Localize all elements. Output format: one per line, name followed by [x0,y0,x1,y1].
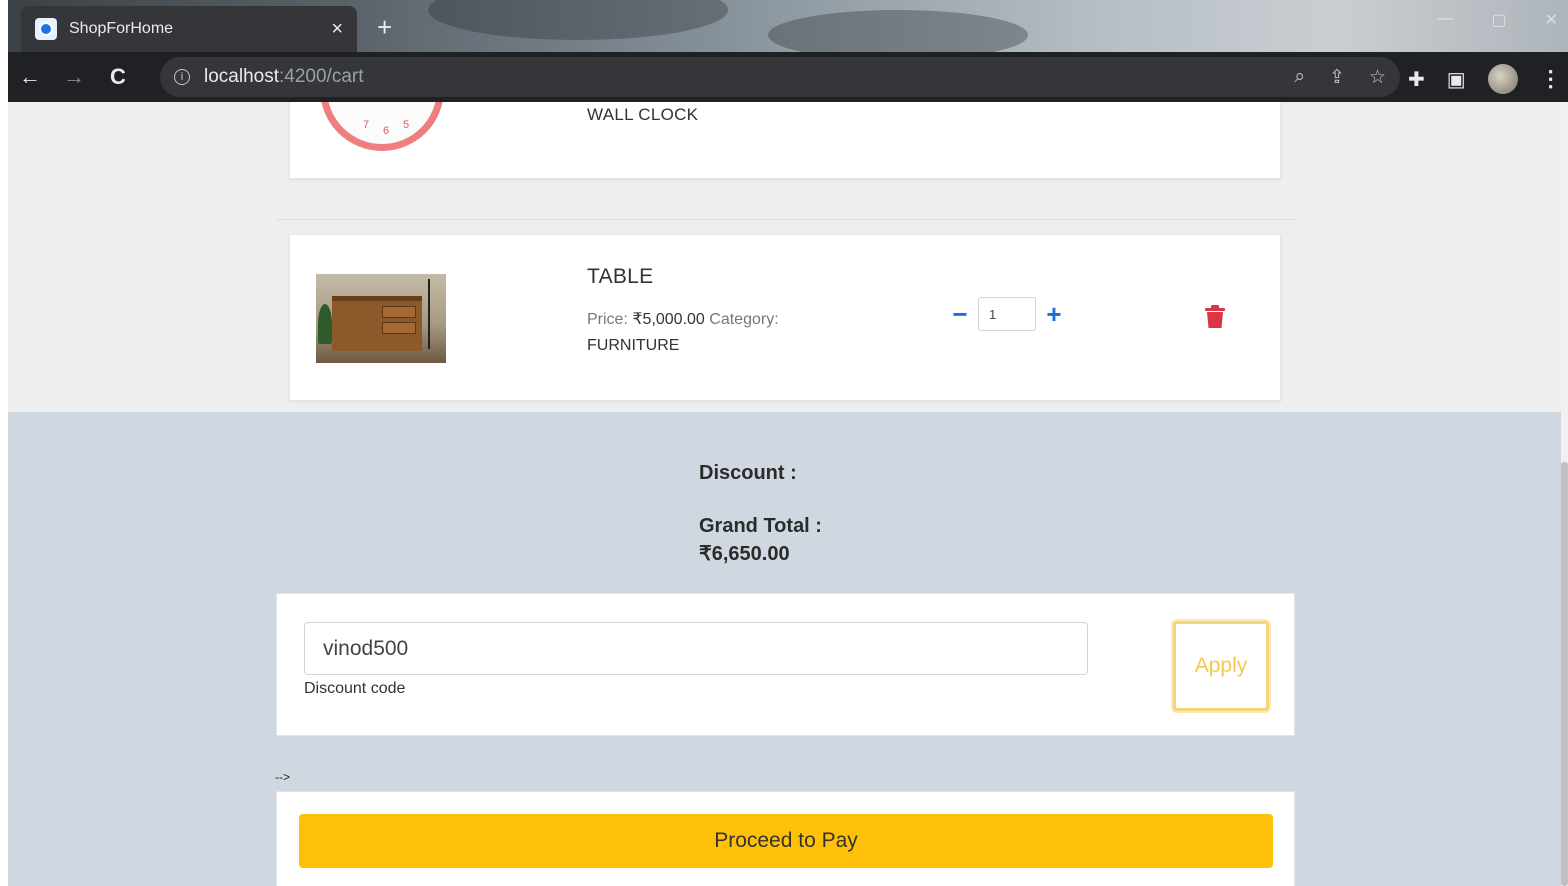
browser-toolbar: ← → C i localhost:4200/cart ⌕ ⇪ ☆ ✚ ▣ ⋮ [8,52,1568,102]
window-controls: — ▢ ✕ [1437,10,1558,30]
discount-card: Discount code Apply [276,593,1295,736]
wall-clock-image: 7 6 5 [320,102,444,151]
stray-comment-text: --> [275,770,290,784]
share-icon[interactable]: ⇪ [1329,66,1345,89]
reload-icon[interactable]: C [96,64,140,90]
window-close-icon[interactable]: ✕ [1545,10,1558,30]
background-texture [768,10,1028,52]
close-tab-icon[interactable]: × [331,18,343,41]
forward-arrow-icon[interactable]: → [52,64,96,90]
plant-shape [318,304,332,344]
trash-icon[interactable] [1204,305,1226,329]
quantity-stepper: − + [946,297,1068,331]
order-summary: Discount : Grand Total : ₹6,650.00 Disco… [8,412,1561,886]
url-host: localhost [204,66,279,87]
drawer-shape [382,322,416,334]
category-label: Category: [709,311,779,328]
clock-number: 6 [383,125,390,137]
category-value: FURNITURE [587,337,680,354]
apply-discount-button[interactable]: Apply [1173,621,1269,711]
divider [276,219,1295,220]
price-value: ₹5,000.00 [632,311,705,328]
item-name: TABLE [587,265,654,288]
browser-menu-icon[interactable]: ⋮ [1540,66,1562,92]
page-scrollbar[interactable] [1561,102,1568,886]
maximize-icon[interactable]: ▢ [1491,10,1506,30]
tab-strip: ShopForHome × + — ▢ ✕ [8,0,1568,52]
discount-code-input[interactable] [304,622,1088,675]
table-image [316,274,446,363]
back-arrow-icon[interactable]: ← [8,64,52,90]
cart-item-card: 7 6 5 WALL CLOCK [289,102,1281,179]
minimize-icon[interactable]: — [1437,10,1453,30]
side-panel-icon[interactable]: ▣ [1447,67,1466,92]
clock-number: 5 [403,119,410,131]
scrollbar-thumb[interactable] [1561,462,1568,886]
cart-item-card: TABLE Price: ₹5,000.00 Category: FURNITU… [289,234,1281,401]
drawer-shape [382,306,416,318]
site-info-icon[interactable]: i [174,69,190,85]
discount-label: Discount : [699,462,797,484]
price-label: Price: [587,311,628,328]
browser-tab[interactable]: ShopForHome × [21,6,357,52]
page-viewport: 7 6 5 WALL CLOCK TABLE Price: ₹5,000.00 … [8,102,1561,886]
url-path: :4200/cart [279,66,364,87]
lamp-shape [428,279,438,349]
decrease-quantity-button[interactable]: − [946,301,974,327]
increase-quantity-button[interactable]: + [1040,301,1068,327]
address-bar[interactable]: i localhost:4200/cart ⌕ ⇪ ☆ [160,57,1400,97]
zoom-icon[interactable]: ⌕ [1294,66,1305,89]
profile-avatar[interactable] [1487,64,1518,94]
item-details: Price: ₹5,000.00 Category: FURNITURE [587,307,827,359]
address-bar-actions: ⌕ ⇪ ☆ [1294,66,1386,89]
grand-total-value: ₹6,650.00 [699,543,790,565]
extension-area: ✚ ▣ ⋮ [1408,64,1562,94]
extensions-puzzle-icon[interactable]: ✚ [1408,67,1425,92]
tab-title: ShopForHome [69,20,174,37]
grand-total-label: Grand Total : [699,515,822,537]
new-tab-button[interactable]: + [377,12,392,42]
discount-code-label: Discount code [304,680,406,697]
clock-number: 7 [363,119,370,131]
shop-favicon-icon [35,18,57,40]
item-name: WALL CLOCK [587,105,699,124]
payment-card: Proceed to Pay [276,791,1295,886]
bookmark-star-icon[interactable]: ☆ [1369,66,1386,89]
background-texture [428,0,728,40]
quantity-input[interactable] [978,297,1036,331]
proceed-to-pay-button[interactable]: Proceed to Pay [299,814,1273,868]
